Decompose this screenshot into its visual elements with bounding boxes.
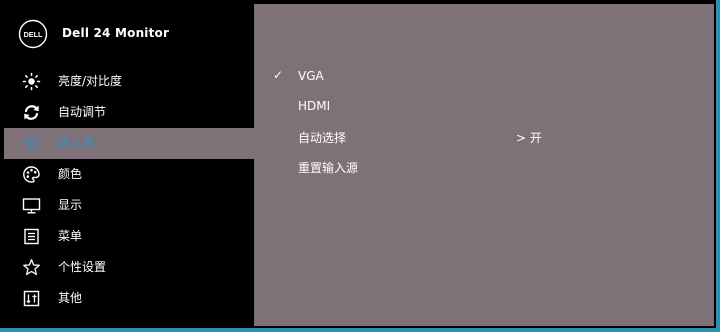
menu-item-label: 颜色 bbox=[58, 167, 83, 181]
menu-item-label: 输入源 bbox=[58, 136, 95, 150]
menu-item-auto-adjust[interactable]: 自动调节 bbox=[4, 97, 254, 128]
osd-window: DELL Dell 24 Monitor 亮度/对比度 自动调节 输入源 颜色 … bbox=[4, 4, 714, 326]
color-palette-icon bbox=[22, 165, 41, 184]
osd-main-menu: 亮度/对比度 自动调节 输入源 颜色 显示 菜单 个性设置 其他 bbox=[4, 66, 254, 314]
option-label: VGA bbox=[298, 69, 324, 83]
other-icon bbox=[22, 289, 41, 308]
check-icon: ✓ bbox=[273, 68, 284, 82]
submenu-panel: ✓ VGA HDMI 自动选择 > 开 重置输入源 bbox=[254, 4, 714, 326]
menu-item-input-source[interactable]: 输入源 bbox=[4, 128, 254, 159]
auto-adjust-icon bbox=[22, 103, 41, 122]
display-icon bbox=[22, 196, 41, 215]
menu-item-personalize[interactable]: 个性设置 bbox=[4, 252, 254, 283]
menu-item-label: 个性设置 bbox=[58, 260, 107, 274]
menu-item-other[interactable]: 其他 bbox=[4, 283, 254, 314]
option-vga[interactable]: ✓ VGA bbox=[254, 64, 714, 88]
menu-item-color[interactable]: 颜色 bbox=[4, 159, 254, 190]
svg-text:DELL: DELL bbox=[24, 30, 43, 39]
monitor-osd-frame: DELL Dell 24 Monitor 亮度/对比度 自动调节 输入源 颜色 … bbox=[0, 0, 720, 332]
menu-item-label: 自动调节 bbox=[58, 105, 107, 119]
menu-item-brightness-contrast[interactable]: 亮度/对比度 bbox=[4, 66, 254, 97]
option-label: 自动选择 bbox=[298, 131, 347, 145]
option-auto-select[interactable]: 自动选择 > 开 bbox=[254, 124, 714, 148]
menu-item-display[interactable]: 显示 bbox=[4, 190, 254, 221]
dell-logo: DELL bbox=[18, 19, 48, 49]
option-reset-input-source[interactable]: 重置输入源 bbox=[254, 154, 714, 178]
input-source-icon bbox=[22, 134, 41, 153]
menu-icon bbox=[22, 227, 41, 246]
option-label: HDMI bbox=[298, 99, 331, 113]
menu-item-menu[interactable]: 菜单 bbox=[4, 221, 254, 252]
menu-item-label: 显示 bbox=[58, 198, 83, 212]
menu-item-label: 亮度/对比度 bbox=[58, 74, 123, 88]
menu-item-label: 菜单 bbox=[58, 229, 83, 243]
option-hdmi[interactable]: HDMI bbox=[254, 94, 714, 118]
monitor-name: Dell 24 Monitor bbox=[62, 26, 170, 40]
osd-sidebar: DELL Dell 24 Monitor 亮度/对比度 自动调节 输入源 颜色 … bbox=[4, 4, 254, 326]
star-icon bbox=[22, 258, 41, 277]
option-label: 重置输入源 bbox=[298, 161, 359, 175]
option-value: > 开 bbox=[516, 131, 542, 145]
brand-header: DELL Dell 24 Monitor bbox=[4, 4, 254, 56]
menu-item-label: 其他 bbox=[58, 291, 83, 305]
brightness-icon bbox=[22, 72, 41, 91]
